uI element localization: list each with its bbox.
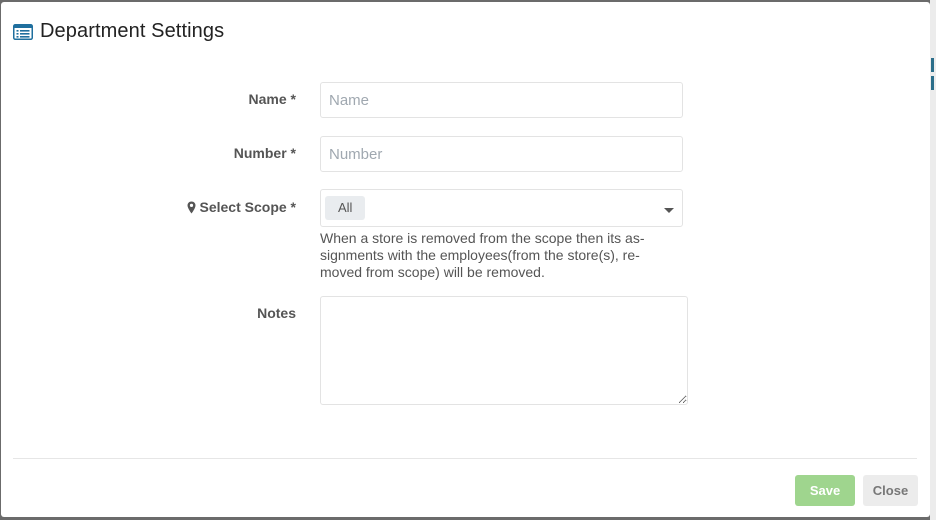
scope-selected-chip[interactable]: All (325, 196, 366, 220)
notes-label: Notes (257, 305, 296, 321)
name-input[interactable] (320, 82, 683, 118)
close-button[interactable]: Close (863, 475, 918, 506)
map-marker-icon (187, 201, 195, 214)
scope-help-text: When a store is removed from the scope t… (320, 230, 645, 280)
scope-label-row: Select Scope * (187, 199, 297, 215)
name-label: Name * (248, 91, 296, 107)
list-card-icon (13, 23, 33, 40)
notes-textarea[interactable] (320, 296, 688, 405)
save-button[interactable]: Save (795, 475, 855, 506)
number-label: Number * (233, 145, 296, 161)
scope-label: Select Scope * (199, 199, 297, 215)
department-settings-dialog: Department Settings Name * Number * Sele… (1, 2, 930, 517)
dialog-header: Department Settings (13, 20, 224, 43)
number-input[interactable] (320, 136, 683, 172)
background-page-mark (931, 76, 934, 90)
background-page-mark (931, 58, 934, 72)
scope-select[interactable]: All (320, 189, 683, 227)
footer-divider (13, 458, 917, 459)
background-page-edge (930, 0, 936, 520)
dialog-title: Department Settings (40, 20, 225, 42)
caret-down-icon[interactable] (664, 208, 674, 213)
